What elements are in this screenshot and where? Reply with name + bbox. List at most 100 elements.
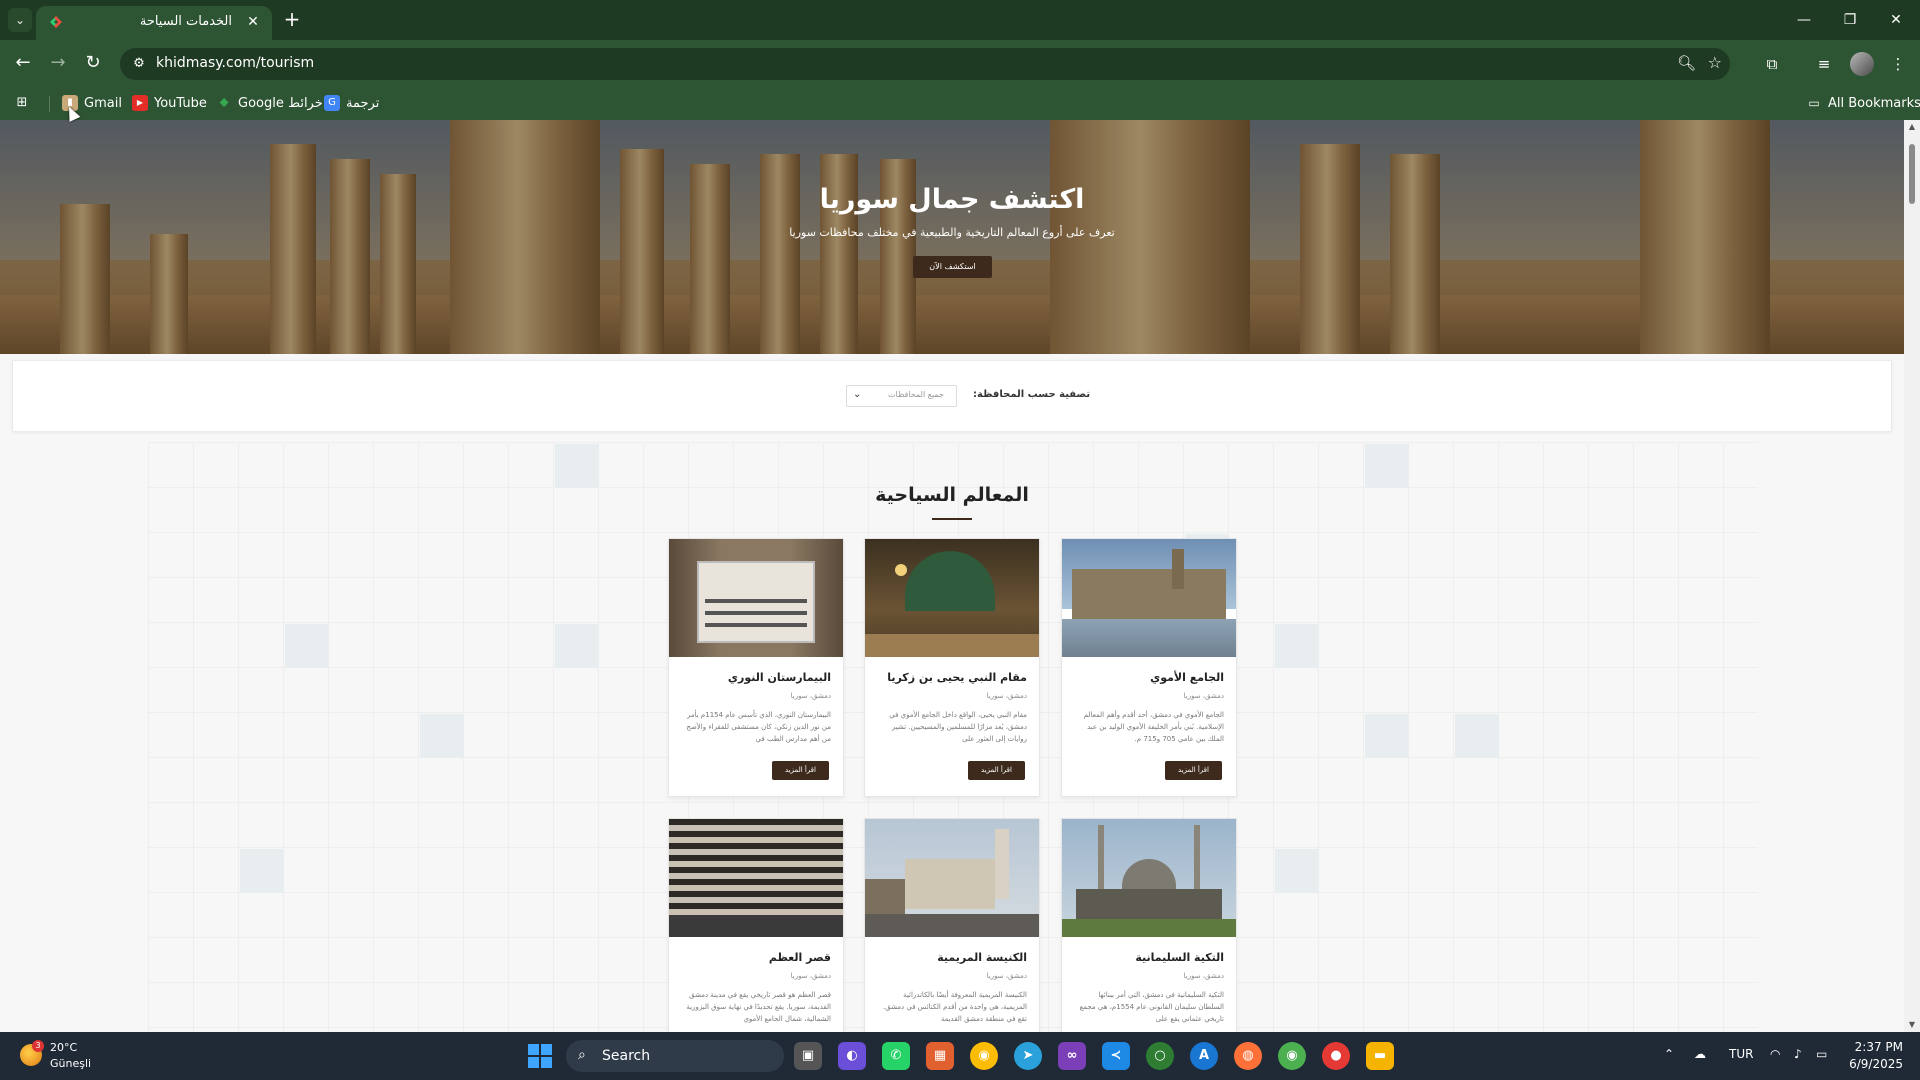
card-description: التكية السليمانية في دمشق، التي أمر ببنا… <box>1079 991 1224 1023</box>
wifi-icon[interactable]: ◠ <box>1770 1047 1780 1061</box>
weather-temperature[interactable]: 20°C <box>50 1041 77 1054</box>
attraction-card: مقام النبي يحيى بن زكريا دمشق، سوريا مقا… <box>864 538 1040 797</box>
clock-time[interactable]: 2:37 PM <box>1853 1040 1903 1054</box>
read-more-button[interactable]: اقرأ المزيد <box>1165 761 1222 780</box>
address-bar[interactable]: ⚙ khidmasy.com/tourism 🔍︎ ☆ <box>120 48 1730 80</box>
card-image[interactable] <box>865 539 1039 657</box>
extensions-icon[interactable]: ⧉ <box>1760 52 1784 76</box>
taskbar-search[interactable]: ⌕ Search <box>566 1040 784 1072</box>
tab-title: الخدمات السياحة <box>139 14 232 29</box>
minimize-icon[interactable]: — <box>1788 6 1820 34</box>
zoom-icon[interactable]: 🔍︎ <box>1677 54 1696 72</box>
close-tab-icon[interactable]: ✕ <box>244 13 262 31</box>
windows-start-icon[interactable] <box>528 1044 552 1068</box>
translate-icon: G <box>324 95 340 111</box>
refresh-app-icon[interactable]: ○ <box>1146 1042 1174 1070</box>
tab-bar: ⌄ الخدمات السياحة ✕ + — ❐ ✕ <box>0 0 1920 40</box>
card-description: الكنيسة المريمية المعروفة أيضًا بالكاتدر… <box>883 991 1027 1023</box>
media-controls-icon[interactable]: ≡ <box>1812 52 1836 76</box>
windows-taskbar: 3 20°C Güneşli ⌕ Search ▣ ◐ ✆ ▦ ◉ ➤ ∞ ≺ … <box>0 1032 1920 1080</box>
clock-date[interactable]: 6/9/2025 <box>1840 1057 1903 1071</box>
scroll-thumb[interactable] <box>1909 144 1915 204</box>
menu-kebab-icon[interactable]: ⋮ <box>1886 52 1910 76</box>
chrome-active-icon[interactable]: ◉ <box>1278 1042 1306 1070</box>
all-bookmarks[interactable]: ▭ All Bookmarks <box>1806 92 1920 114</box>
scroll-down-icon[interactable]: ▼ <box>1908 1020 1916 1029</box>
read-more-button[interactable]: اقرأ المزيد <box>772 761 829 780</box>
reload-icon[interactable]: ↻ <box>80 50 106 76</box>
chrome-icon[interactable]: ◉ <box>970 1042 998 1070</box>
tab-search-chevron-icon[interactable]: ⌄ <box>8 8 32 32</box>
telegram-icon[interactable]: ➤ <box>1014 1042 1042 1070</box>
attraction-card: قصر العظم دمشق، سوريا قصر العظم هو قصر ت… <box>668 818 844 1032</box>
governorate-select[interactable]: جميع المحافظات ⌄ <box>846 385 957 407</box>
site-info-icon[interactable]: ⚙ <box>130 55 148 73</box>
volume-icon[interactable]: ♪ <box>1794 1047 1802 1061</box>
sublime-icon[interactable]: ▦ <box>926 1042 954 1070</box>
task-view-icon[interactable]: ▣ <box>794 1042 822 1070</box>
hero-title: اكتشف جمال سوريا <box>819 184 1085 215</box>
section-title-underline <box>932 518 972 520</box>
whatsapp-icon[interactable]: ✆ <box>882 1042 910 1070</box>
filter-label: تصفية حسب المحافظة: <box>973 389 1091 400</box>
page-scrollbar[interactable]: ▲ ▼ <box>1904 120 1920 1032</box>
attraction-card: الكنيسة المريمية دمشق، سوريا الكنيسة الم… <box>864 818 1040 1032</box>
app-store-icon[interactable]: A <box>1190 1042 1218 1070</box>
restore-icon[interactable]: ❐ <box>1834 6 1866 34</box>
active-tab[interactable]: الخدمات السياحة ✕ <box>36 6 272 40</box>
attraction-card: الجامع الأموي دمشق، سوريا الجامع الأموي … <box>1061 538 1237 797</box>
chevron-down-icon: ⌄ <box>853 389 862 400</box>
bookmark-label: ترجمة <box>346 95 380 111</box>
card-image[interactable] <box>1062 819 1236 937</box>
card-description: البيمارستان النوري، الذي تأسس عام 1154م … <box>686 711 831 743</box>
scroll-up-icon[interactable]: ▲ <box>1908 122 1916 131</box>
card-description: قصر العظم هو قصر تاريخي يقع في مدينة دمش… <box>686 991 831 1023</box>
profile-avatar[interactable] <box>1850 52 1874 76</box>
url-text[interactable]: khidmasy.com/tourism <box>156 55 314 71</box>
explore-now-button[interactable]: استكشف الآن <box>913 256 992 278</box>
card-image[interactable] <box>669 819 843 937</box>
governorate-select-value: جميع المحافظات <box>887 390 944 399</box>
card-image[interactable] <box>1062 539 1236 657</box>
vscode-icon[interactable]: ≺ <box>1102 1042 1130 1070</box>
weather-badge: 3 <box>32 1040 44 1052</box>
card-title: قصر العظم <box>768 951 831 964</box>
battery-icon[interactable]: ▭ <box>1816 1047 1827 1061</box>
card-location: دمشق، سوريا <box>986 692 1027 700</box>
bookmark-translate[interactable]: G ترجمة <box>324 92 379 114</box>
card-location: دمشق، سوريا <box>1183 692 1224 700</box>
all-bookmarks-label: All Bookmarks <box>1828 95 1920 111</box>
folder-icon: ▭ <box>1808 96 1820 110</box>
file-explorer-icon[interactable]: ▬ <box>1366 1042 1394 1070</box>
tray-chevron-icon[interactable]: ⌃ <box>1664 1047 1674 1061</box>
input-language[interactable]: TUR <box>1729 1047 1753 1061</box>
bookmark-label: YouTube <box>154 95 207 111</box>
card-description: مقام النبي يحيى، الواقع داخل الجامع الأم… <box>889 711 1027 743</box>
read-more-button[interactable]: اقرأ المزيد <box>968 761 1025 780</box>
copilot-icon[interactable]: ◐ <box>838 1042 866 1070</box>
card-location: دمشق، سوريا <box>986 972 1027 980</box>
firefox-icon[interactable]: ◍ <box>1234 1042 1262 1070</box>
page-viewport: اكتشف جمال سوريا تعرف على أروع المعالم ا… <box>0 120 1904 1032</box>
bookmark-youtube[interactable]: ▶ YouTube <box>132 92 207 114</box>
weather-condition[interactable]: Güneşli <box>50 1057 91 1070</box>
back-icon[interactable]: ← <box>10 50 36 76</box>
visual-studio-icon[interactable]: ∞ <box>1058 1042 1086 1070</box>
apps-grid-icon[interactable]: ⊞ <box>14 92 30 114</box>
forward-icon[interactable]: → <box>45 50 71 76</box>
card-image[interactable] <box>669 539 843 657</box>
onedrive-off-icon[interactable]: ☁ <box>1694 1047 1706 1061</box>
bookmark-star-icon[interactable]: ☆ <box>1708 53 1722 72</box>
new-tab-button[interactable]: + <box>280 8 304 32</box>
card-title: البيمارستان النوري <box>727 671 831 684</box>
browser-toolbar: ← → ↻ ⚙ khidmasy.com/tourism 🔍︎ ☆ ⧉ ≡ ⋮ <box>0 40 1920 86</box>
youtube-icon: ▶ <box>132 95 148 111</box>
record-icon[interactable]: ● <box>1322 1042 1350 1070</box>
bookmark-maps[interactable]: ⬥ Google خرائط <box>216 92 322 114</box>
card-title: الجامع الأموي <box>1150 671 1224 684</box>
card-location: دمشق، سوريا <box>1183 972 1224 980</box>
window-close-icon[interactable]: ✕ <box>1880 6 1912 34</box>
search-label: Search <box>602 1048 651 1064</box>
card-image[interactable] <box>865 819 1039 937</box>
site-favicon-icon <box>50 16 62 28</box>
